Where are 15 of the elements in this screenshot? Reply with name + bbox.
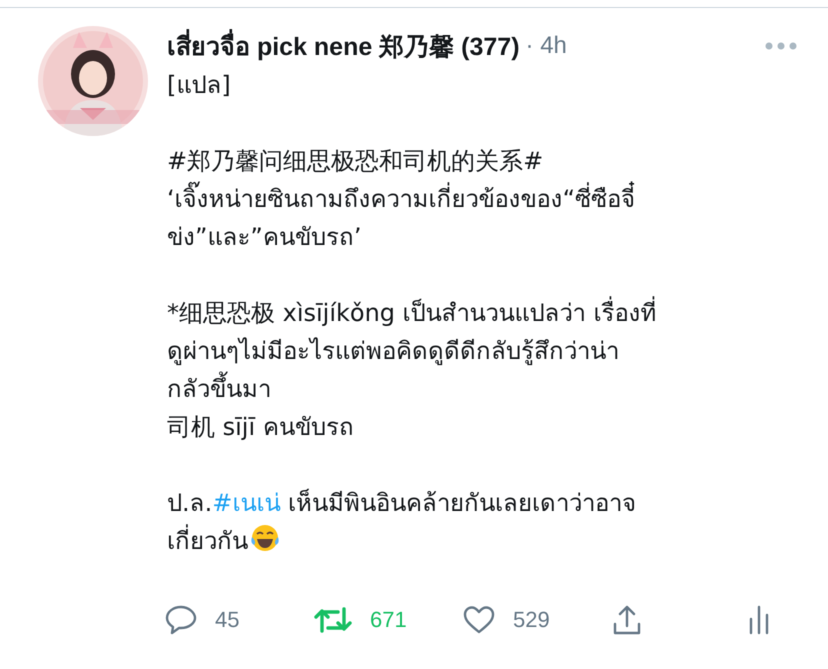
note-text: ป.ล.#เนเน่ เห็นมีพินอินคล้ายกันเลยเดาว่าอาจ	[167, 489, 636, 517]
stats-icon[interactable]	[748, 605, 770, 635]
tweet-paragraph: [แปล]	[167, 70, 232, 101]
timestamp: · 4h	[526, 32, 567, 60]
laughing-emoji-icon	[250, 523, 280, 553]
retweet-icon[interactable]	[314, 605, 352, 635]
retweet-count: 671	[370, 607, 407, 633]
heart-icon[interactable]	[463, 605, 495, 635]
share-icon[interactable]	[612, 604, 642, 636]
reply-count: 45	[215, 607, 240, 633]
author-name[interactable]: เสี่ยวจื่อ pick nene 郑乃馨 (377)	[167, 26, 520, 66]
tweet-paragraph: *细思恐极 xìsījíkǒng เป็นสำนวนแปลว่า เรื่องที่ ดูผ่านๆไม่มีอะไรแต่พอคิดดูดีดีกลับรู้สึกว่าน่า กลัวขึ้นมา 司机 sījī คนขับรถ	[167, 294, 798, 446]
tweet-paragraph: #郑乃馨问细思极恐和司机的关系# ‘เจิ๊งหน่ายซินถามถึงความเกี่ยวข้องของ“ซี่ซือจี๋ ข่ง”และ”คนขับรถ’	[167, 146, 636, 253]
like-count: 529	[513, 607, 550, 633]
reply-icon[interactable]	[165, 605, 197, 635]
